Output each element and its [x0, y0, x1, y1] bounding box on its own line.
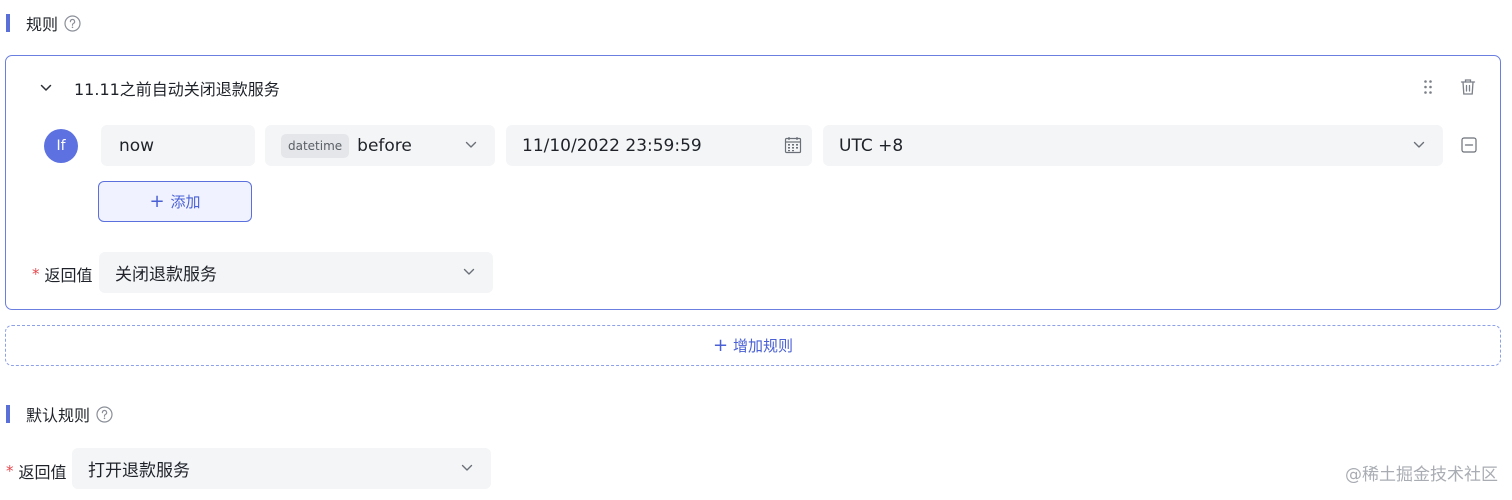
if-badge: If	[44, 129, 78, 163]
help-icon[interactable]	[64, 14, 81, 32]
drag-handle-icon[interactable]	[1418, 76, 1438, 98]
collapse-chevron-icon[interactable]	[36, 78, 56, 98]
delete-rule-icon[interactable]	[1458, 76, 1478, 98]
remove-condition-icon[interactable]	[1460, 136, 1478, 154]
date-value: 11/10/2022 23:59:59	[522, 135, 702, 156]
section-title: 规则	[26, 15, 59, 34]
calendar-icon[interactable]	[784, 136, 802, 154]
section-accent-bar	[6, 405, 10, 423]
condition-left-value: now	[119, 135, 155, 156]
chevron-down-icon	[463, 137, 479, 153]
default-return-value: 打开退款服务	[88, 461, 190, 481]
operator-select[interactable]: datetime before	[265, 125, 495, 166]
plus-icon: +	[712, 334, 729, 356]
section-accent-bar	[6, 14, 10, 32]
return-value-label: * 返回值	[32, 262, 93, 286]
chevron-down-icon	[459, 460, 475, 476]
plus-icon: +	[149, 190, 165, 212]
add-rule-button[interactable]: + 增加规则	[5, 325, 1501, 366]
default-rules-section-header: 默认规则	[0, 403, 113, 425]
required-mark: *	[32, 265, 40, 283]
return-label-text: 返回值	[44, 266, 93, 285]
help-icon[interactable]	[96, 405, 113, 423]
type-tag: datetime	[281, 133, 350, 158]
add-condition-button[interactable]: + 添加	[98, 181, 252, 222]
return-label-text: 返回值	[18, 463, 67, 482]
add-rule-label: 增加规则	[733, 337, 794, 355]
rule-card: 11.11之前自动关闭退款服务 If now datetime before 1…	[5, 55, 1501, 310]
default-return-value-select[interactable]: 打开退款服务	[72, 448, 491, 489]
add-condition-label: 添加	[170, 193, 201, 211]
date-picker-input[interactable]: 11/10/2022 23:59:59	[506, 125, 812, 166]
watermark: @稀土掘金技术社区	[1345, 465, 1498, 485]
chevron-down-icon	[461, 264, 477, 280]
operator-value: before	[357, 135, 412, 156]
return-value-select[interactable]: 关闭退款服务	[99, 252, 493, 293]
condition-left-input[interactable]: now	[101, 125, 255, 166]
timezone-select[interactable]: UTC +8	[823, 125, 1443, 166]
section-title: 默认规则	[26, 406, 91, 425]
required-mark: *	[6, 462, 14, 480]
rule-name[interactable]: 11.11之前自动关闭退款服务	[74, 76, 280, 100]
return-value: 关闭退款服务	[115, 265, 217, 285]
timezone-value: UTC +8	[839, 135, 904, 156]
chevron-down-icon	[1411, 137, 1427, 153]
rules-section-header: 规则	[0, 12, 81, 34]
default-return-value-label: * 返回值	[6, 459, 67, 483]
